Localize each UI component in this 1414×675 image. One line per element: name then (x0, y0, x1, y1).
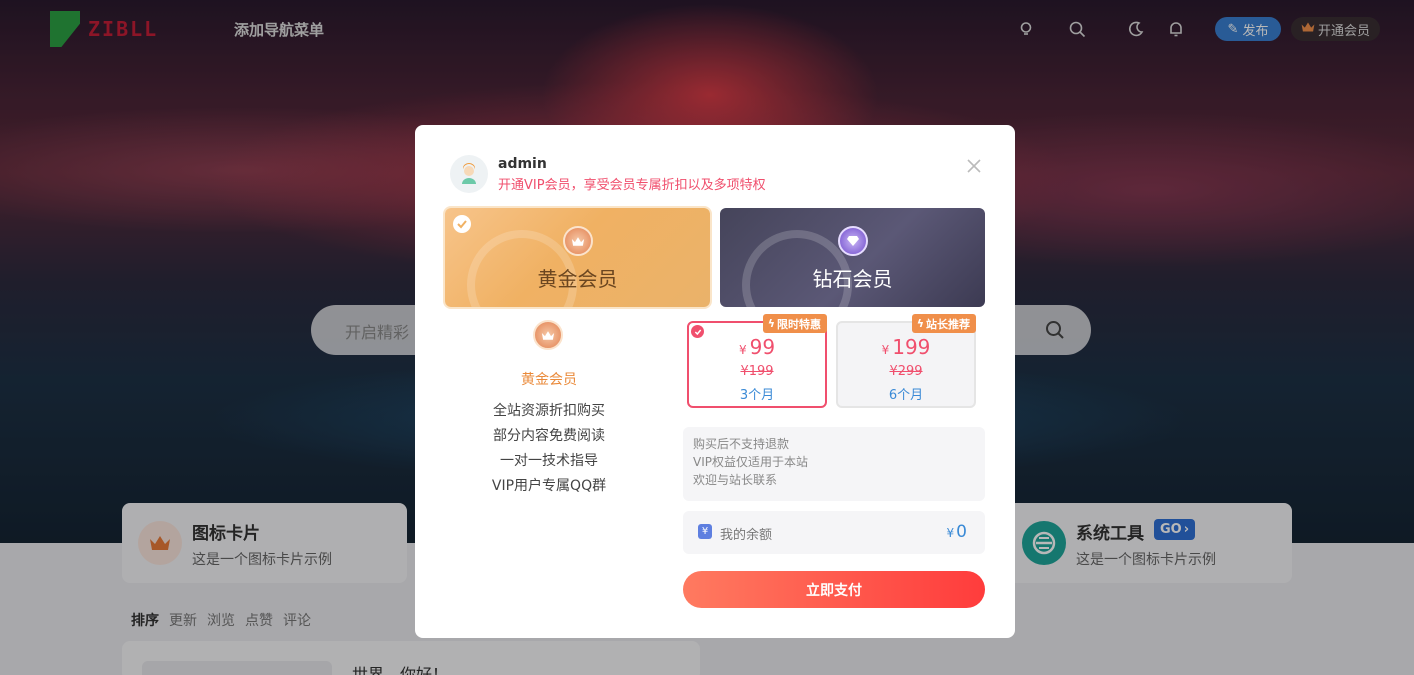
balance-label: 我的余额 (720, 528, 773, 543)
plan-price: ¥99 (689, 335, 825, 359)
check-icon (453, 215, 471, 233)
balance-amount: 0 (956, 522, 967, 542)
perk-item: 全站资源折扣购买 (493, 403, 605, 419)
close-icon[interactable] (966, 158, 982, 174)
perk-item: VIP用户专属QQ群 (491, 478, 607, 494)
tier-name: 黄金会员 (537, 267, 618, 291)
vip-subtitle: 开通VIP会员，享受会员专属折扣以及多项特权 (498, 178, 766, 193)
price-currency: ¥ (738, 343, 747, 357)
plan-duration: 6个月 (888, 388, 924, 403)
gold-medal-icon (562, 226, 593, 256)
selected-tier-title: 黄金会员 (521, 372, 577, 388)
plan-original-price: ¥299 (889, 364, 923, 379)
note-line: 欢迎与站长联系 (693, 473, 778, 487)
gold-medal-icon (533, 320, 563, 350)
plan-option-6-months[interactable]: ϟ 站长推荐 ¥199 ¥299 6个月 (836, 314, 976, 408)
price-currency: ¥ (881, 343, 890, 357)
balance-value: ¥0 (947, 522, 967, 542)
note-line: VIP权益仅适用于本站 (693, 455, 808, 469)
tier-diamond[interactable]: 钻石会员 (720, 208, 985, 307)
lightning-icon: ϟ (916, 317, 924, 330)
plan-tag-label: 站长推荐 (926, 317, 970, 331)
purchase-notes: 购买后不支持退款 VIP权益仅适用于本站 欢迎与站长联系 (683, 427, 985, 501)
pay-now-button[interactable]: 立即支付 (683, 571, 985, 608)
plan-tag: ϟ 限时特惠 (762, 314, 827, 333)
price-value: 99 (749, 335, 776, 359)
balance-currency: ¥ (946, 526, 955, 540)
plan-price: ¥199 (838, 335, 974, 359)
plan-original-price: ¥199 (740, 364, 774, 379)
perk-item: 部分内容免费阅读 (493, 428, 605, 444)
avatar (450, 155, 488, 193)
plan-duration: 3个月 (739, 388, 775, 403)
perk-item: 一对一技术指导 (500, 453, 598, 469)
diamond-medal-icon (837, 226, 868, 256)
balance-row: ¥ 我的余额 ¥0 (683, 511, 985, 554)
wallet-icon: ¥ (698, 524, 712, 539)
price-value: 199 (892, 335, 931, 359)
plan-tag: ϟ 站长推荐 (911, 314, 976, 333)
vip-purchase-modal: admin 开通VIP会员，享受会员专属折扣以及多项特权 黄金会员 钻石会员 黄… (415, 125, 1015, 638)
note-line: 购买后不支持退款 (693, 437, 790, 451)
lightning-icon: ϟ (767, 317, 775, 330)
tier-name: 钻石会员 (812, 267, 893, 291)
plan-option-3-months[interactable]: ϟ 限时特惠 ¥99 ¥199 3个月 (687, 314, 827, 408)
tier-gold[interactable]: 黄金会员 (445, 208, 710, 307)
username: admin (498, 156, 547, 172)
plan-tag-label: 限时特惠 (777, 317, 821, 331)
